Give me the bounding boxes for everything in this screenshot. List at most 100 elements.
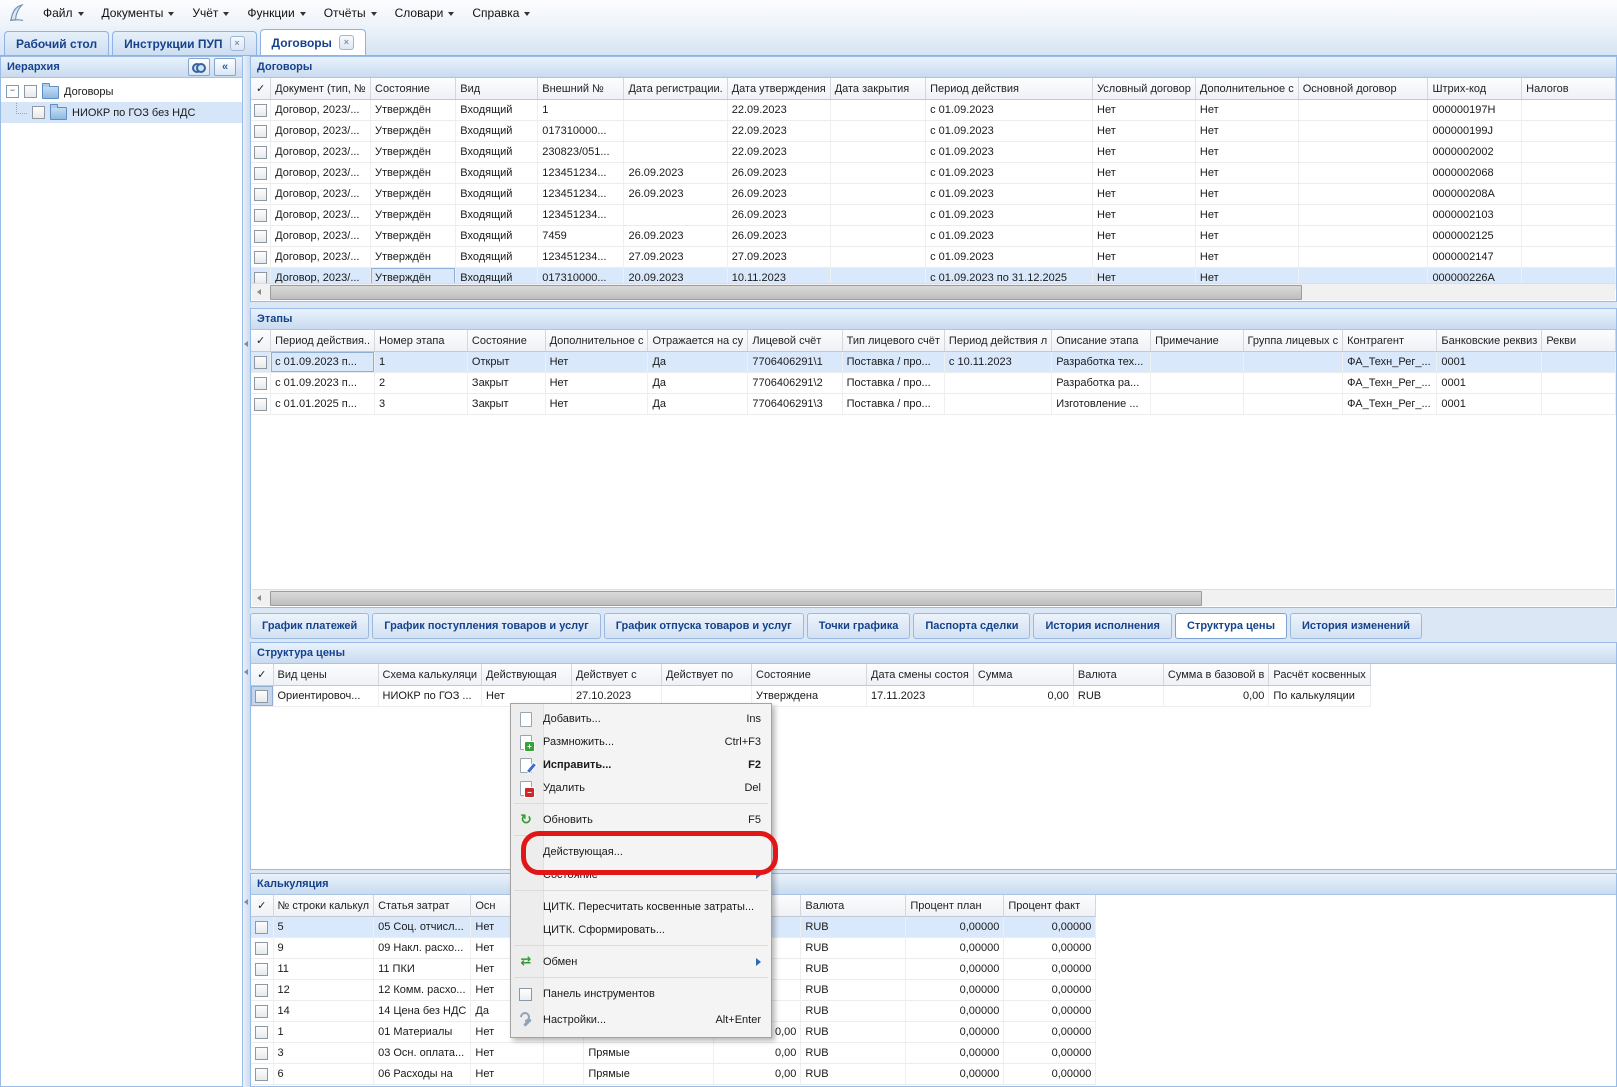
detail-tab-change-history[interactable]: История изменений: [1290, 613, 1422, 639]
tab-contracts[interactable]: Договоры×: [260, 29, 366, 55]
row-checkbox[interactable]: [254, 377, 267, 390]
column-header[interactable]: Внешний №: [538, 78, 624, 100]
column-header[interactable]: Действует с: [572, 664, 662, 686]
column-header[interactable]: Период действия л: [944, 330, 1051, 352]
column-header[interactable]: Дата смены состоя: [867, 664, 974, 686]
column-header[interactable]: Валюта: [801, 895, 906, 917]
column-header[interactable]: Валюта: [1073, 664, 1163, 686]
column-header[interactable]: Контрагент: [1343, 330, 1437, 352]
column-header[interactable]: Отражается на су: [648, 330, 748, 352]
tree-node-contracts[interactable]: − Договоры: [1, 81, 242, 102]
table-row[interactable]: с 01.09.2023 п...2ЗакрытНетДа7706406291\…: [251, 373, 1616, 394]
column-header[interactable]: Штрих-код: [1428, 78, 1522, 100]
context-menu-item-citk-form[interactable]: ЦИТК. Сформировать...: [511, 918, 771, 941]
scrollbar-thumb[interactable]: [270, 285, 1302, 300]
row-checkbox[interactable]: [254, 251, 267, 264]
menubar-item-documents[interactable]: Документы: [93, 3, 184, 23]
menubar-item-dictionaries[interactable]: Словари: [386, 3, 464, 23]
column-header[interactable]: Сумма: [973, 664, 1073, 686]
table-row[interactable]: Договор, 2023/...УтверждёнВходящий745926…: [251, 226, 1616, 247]
scrollbar-thumb[interactable]: [270, 591, 1202, 606]
column-header[interactable]: Действует по: [662, 664, 752, 686]
column-header[interactable]: Примечание: [1151, 330, 1243, 352]
row-checkbox[interactable]: [255, 984, 268, 997]
row-checkbox[interactable]: [255, 1047, 268, 1060]
column-header[interactable]: Номер этапа: [375, 330, 468, 352]
tab-close-icon[interactable]: ×: [230, 36, 245, 51]
row-checkbox[interactable]: [255, 1026, 268, 1039]
table-row[interactable]: 303 Осн. оплата...НетПрямые0,00RUB0,0000…: [251, 1043, 1096, 1064]
menubar-item-functions[interactable]: Функции: [238, 3, 314, 23]
row-checkbox[interactable]: [254, 230, 267, 243]
row-checkbox[interactable]: [255, 942, 268, 955]
tab-desktop[interactable]: Рабочий стол: [4, 31, 109, 55]
context-menu-item-toolbar-panel[interactable]: Панель инструментов: [511, 982, 771, 1005]
select-all-header[interactable]: ✓: [251, 78, 271, 100]
detail-tab-price-structure[interactable]: Структура цены: [1175, 613, 1287, 639]
collapse-left-icon[interactable]: [244, 669, 248, 675]
column-header[interactable]: Состояние: [467, 330, 545, 352]
contracts-hscrollbar[interactable]: [252, 283, 1615, 300]
collapse-node-icon[interactable]: −: [6, 85, 19, 98]
row-checkbox[interactable]: [255, 690, 268, 703]
menubar-item-accounting[interactable]: Учёт: [183, 3, 238, 23]
row-checkbox[interactable]: [255, 1005, 268, 1018]
context-menu-item-add[interactable]: Добавить...Ins: [511, 707, 771, 730]
column-header[interactable]: Состояние: [752, 664, 867, 686]
column-header[interactable]: Рекви: [1542, 330, 1616, 352]
row-checkbox[interactable]: [254, 209, 267, 222]
column-header[interactable]: Период действия..: [271, 330, 375, 352]
row-checkbox[interactable]: [255, 921, 268, 934]
detail-tab-goods-issue-schedule[interactable]: График отпуска товаров и услуг: [604, 613, 804, 639]
column-header[interactable]: Дата утверждения: [727, 78, 830, 100]
column-header[interactable]: Налогов: [1522, 78, 1616, 100]
column-header[interactable]: Период действия: [926, 78, 1093, 100]
tree-node-niokr[interactable]: НИОКР по ГОЗ без НДС: [1, 102, 242, 123]
context-menu-item-edit[interactable]: Исправить...F2: [511, 753, 771, 776]
column-header[interactable]: Процент план: [906, 895, 1004, 917]
tab-pup-instructions[interactable]: Инструкции ПУП×: [112, 31, 256, 55]
column-header[interactable]: Дополнительное с: [545, 330, 648, 352]
select-all-header[interactable]: ✓: [251, 664, 273, 686]
row-checkbox[interactable]: [254, 104, 267, 117]
row-checkbox[interactable]: [254, 167, 267, 180]
column-header[interactable]: Основной договор: [1298, 78, 1428, 100]
tab-close-icon[interactable]: ×: [339, 35, 354, 50]
table-row[interactable]: Договор, 2023/...УтверждёнВходящий230823…: [251, 142, 1616, 163]
context-menu-item-exchange[interactable]: Обмен: [511, 950, 771, 973]
detail-tab-execution-history[interactable]: История исполнения: [1033, 613, 1172, 639]
menubar-item-reports[interactable]: Отчёты: [315, 3, 386, 23]
column-header[interactable]: Дата закрытия: [830, 78, 925, 100]
row-checkbox[interactable]: [254, 398, 267, 411]
menubar-item-help[interactable]: Справка: [463, 3, 539, 23]
table-row[interactable]: Договор, 2023/...УтверждёнВходящий123451…: [251, 163, 1616, 184]
table-row[interactable]: Ориентировоч...НИОКР по ГОЗ ...Нет27.10.…: [251, 686, 1370, 707]
select-all-header[interactable]: ✓: [251, 330, 271, 352]
context-menu-item-settings[interactable]: Настройки...Alt+Enter: [511, 1005, 771, 1034]
column-header[interactable]: Описание этапа: [1052, 330, 1151, 352]
column-header[interactable]: Условный договор: [1093, 78, 1196, 100]
column-header[interactable]: Расчёт косвенных: [1269, 664, 1370, 686]
row-checkbox[interactable]: [254, 188, 267, 201]
column-header[interactable]: Состояние: [371, 78, 456, 100]
detail-tab-schedule-points[interactable]: Точки графика: [807, 613, 911, 639]
tree-node-checkbox[interactable]: [24, 85, 37, 98]
detail-tab-goods-receipt-schedule[interactable]: График поступления товаров и услуг: [372, 613, 600, 639]
column-header[interactable]: Статья затрат: [374, 895, 471, 917]
table-row[interactable]: с 01.01.2025 п...3ЗакрытНетДа7706406291\…: [251, 394, 1616, 415]
collapse-panel-button[interactable]: «: [214, 58, 236, 76]
table-row[interactable]: Договор, 2023/...УтверждёнВходящий123451…: [251, 205, 1616, 226]
table-row[interactable]: Договор, 2023/...УтверждёнВходящий017310…: [251, 121, 1616, 142]
tree-node-checkbox[interactable]: [32, 106, 45, 119]
column-header[interactable]: Вид: [456, 78, 538, 100]
column-header[interactable]: Процент факт: [1004, 895, 1096, 917]
table-row[interactable]: с 01.09.2023 п...1ОткрытНетДа7706406291\…: [251, 352, 1616, 373]
collapse-left-icon[interactable]: [244, 899, 248, 905]
row-checkbox[interactable]: [254, 356, 267, 369]
column-header[interactable]: Банковские реквиз: [1437, 330, 1542, 352]
row-checkbox[interactable]: [255, 1068, 268, 1081]
row-checkbox[interactable]: [255, 963, 268, 976]
table-row[interactable]: 606 Расходы наНетПрямые0,00RUB0,000000,0…: [251, 1064, 1096, 1085]
column-header[interactable]: Лицевой счёт: [748, 330, 842, 352]
column-header[interactable]: Вид цены: [273, 664, 378, 686]
